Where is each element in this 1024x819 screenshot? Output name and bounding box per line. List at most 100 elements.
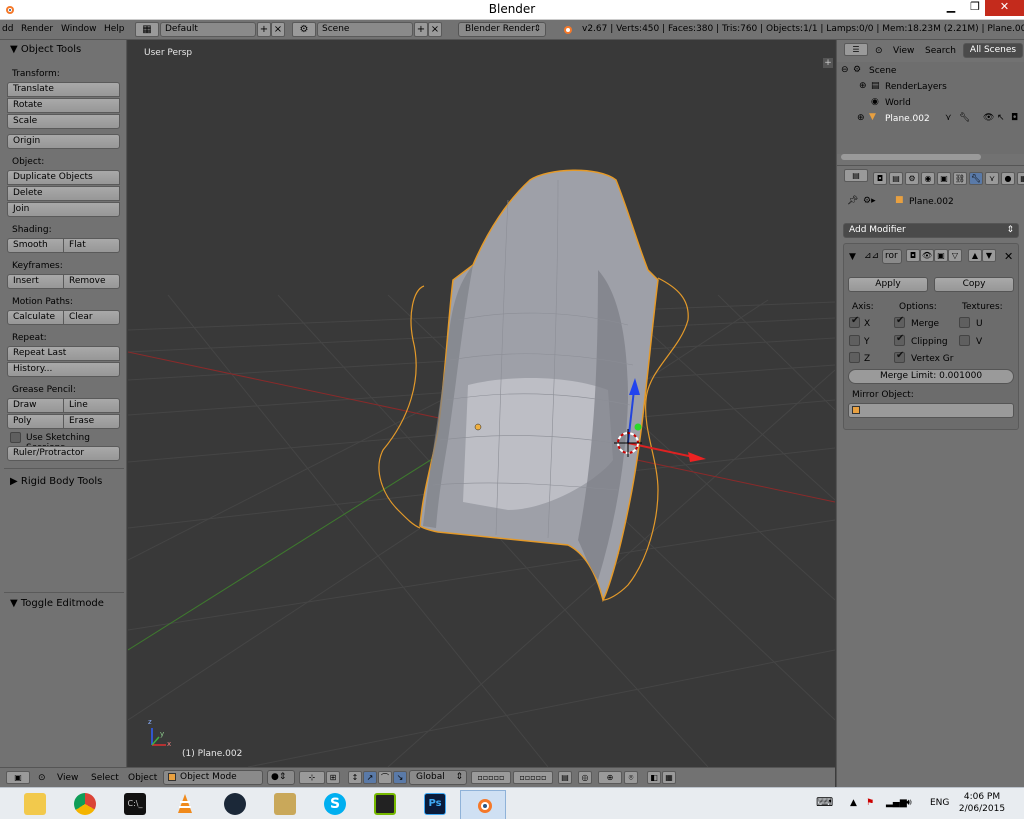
axis-x-checkbox[interactable]	[849, 315, 860, 328]
merge-limit-field[interactable]: Merge Limit: 0.001000	[848, 369, 1014, 384]
keyboard-icon[interactable]: ⌨	[816, 795, 833, 809]
viewport-shading-select[interactable]: ●⇕	[267, 770, 295, 785]
minimize-button[interactable]: ▁	[938, 0, 964, 16]
view-menu[interactable]: View	[57, 773, 78, 783]
editor-type-icon[interactable]: ▣	[6, 771, 30, 784]
taskbar-skype[interactable]: S	[312, 790, 358, 819]
expand-icon[interactable]: ⊖	[841, 65, 849, 75]
mode-select[interactable]: Object Mode	[163, 770, 263, 785]
layers-group-1[interactable]: ▫▫▫▫▫	[471, 771, 511, 784]
object-tools-header[interactable]: ▼ Object Tools	[10, 44, 81, 55]
visibility-eye-icon[interactable]: 👁︎	[983, 113, 994, 123]
volume-icon[interactable]: 🔊︎	[906, 798, 912, 808]
scene-tab-icon[interactable]: ⚙	[905, 172, 919, 185]
copy-button[interactable]: Copy	[934, 277, 1014, 292]
collapse-modifier-icon[interactable]: ▼	[849, 252, 856, 262]
join-button[interactable]: Join	[7, 202, 120, 217]
texture-v-checkbox[interactable]	[959, 335, 970, 346]
display-mode-select[interactable]: All Scenes	[963, 43, 1023, 58]
remove-modifier-icon[interactable]: ✕	[1004, 250, 1013, 263]
screen-layout-field[interactable]: Default	[160, 22, 256, 37]
erase-button[interactable]: Erase	[63, 414, 120, 429]
menu-file[interactable]: dd	[2, 24, 13, 34]
expand-icon[interactable]: ⊕	[857, 113, 865, 123]
scale-button[interactable]: Scale	[7, 114, 120, 129]
render-layers-tab-icon[interactable]: ▤	[889, 172, 903, 185]
taskbar-steam[interactable]	[212, 790, 258, 819]
transform-orientation-icon[interactable]: ↘	[393, 771, 407, 784]
flat-button[interactable]: Flat	[63, 238, 120, 253]
rotate-button[interactable]: Rotate	[7, 98, 120, 113]
tray-expand-icon[interactable]: ▲	[850, 798, 857, 808]
insert-keyframe-button[interactable]: Insert	[7, 274, 64, 289]
axis-y-checkbox[interactable]	[849, 335, 860, 346]
taskbar-vlc[interactable]	[162, 790, 208, 819]
manipulator-y-handle[interactable]	[634, 423, 642, 431]
show-editmode-icon[interactable]: ▣	[934, 249, 948, 262]
expand-icon[interactable]: ⊕	[859, 81, 867, 91]
layers-group-2[interactable]: ▫▫▫▫▫	[513, 771, 553, 784]
ruler-protractor-button[interactable]: Ruler/Protractor	[7, 446, 120, 461]
translate-button[interactable]: Translate	[7, 82, 120, 97]
outliner-search-menu[interactable]: Search	[925, 46, 956, 56]
collapse-menu-icon[interactable]: ⊙	[38, 773, 46, 783]
world-tab-icon[interactable]: ◉	[921, 172, 935, 185]
smooth-button[interactable]: Smooth	[7, 238, 64, 253]
collapse-menu-icon[interactable]: ⊙	[875, 46, 883, 56]
modifier-name-field[interactable]: ror	[882, 249, 902, 264]
draw-button[interactable]: Draw	[7, 398, 64, 413]
outliner-view-menu[interactable]: View	[893, 46, 914, 56]
outliner-editor-icon[interactable]: ☰	[844, 43, 868, 56]
object-menu[interactable]: Object	[128, 773, 157, 783]
language-indicator[interactable]: ENG	[930, 798, 949, 808]
rotate-manipulator-icon[interactable]: ↗	[363, 771, 377, 784]
outliner-scene[interactable]: Scene	[869, 66, 896, 76]
toggle-editmode-header[interactable]: ▼ Toggle Editmode	[10, 598, 104, 609]
render-animation-icon[interactable]: ▦	[662, 771, 676, 784]
network-icon[interactable]: ▂▄▆	[886, 798, 907, 808]
duplicate-objects-button[interactable]: Duplicate Objects	[7, 170, 120, 185]
rigid-body-tools-header[interactable]: ▶ Rigid Body Tools	[10, 476, 102, 487]
pin-icon[interactable]: 📌︎	[847, 196, 858, 206]
scene-field[interactable]: Scene	[317, 22, 413, 37]
remove-layout-icon[interactable]: ×	[271, 22, 285, 37]
select-menu[interactable]: Select	[91, 773, 119, 783]
orientation-select[interactable]: Global ⇕	[409, 770, 467, 785]
object-tab-icon[interactable]: ▣	[937, 172, 951, 185]
data-tab-icon[interactable]: ⋎	[985, 172, 999, 185]
show-on-cage-icon[interactable]: ▽	[948, 249, 962, 262]
manipulator-x-arrow[interactable]	[688, 452, 706, 462]
delete-button[interactable]: Delete	[7, 186, 120, 201]
line-button[interactable]: Line	[63, 398, 120, 413]
remove-scene-icon[interactable]: ×	[428, 22, 442, 37]
show-render-icon[interactable]: ◘	[906, 249, 920, 262]
manipulator-toggle-icon[interactable]: ⊞	[326, 771, 340, 784]
selectability-cursor-icon[interactable]: ↖	[997, 113, 1005, 123]
3d-viewport[interactable]: User Persp (1) Plane.002 z y x +	[128, 40, 835, 767]
scene-icon[interactable]: ⚙	[292, 22, 316, 37]
axis-z-checkbox[interactable]	[849, 352, 860, 363]
taskbar-blender[interactable]	[460, 790, 506, 819]
modifiers-tab-icon[interactable]: 🔧︎	[969, 172, 983, 185]
show-viewport-icon[interactable]: 👁︎	[920, 249, 934, 262]
apply-button[interactable]: Apply	[848, 277, 928, 292]
origin-button[interactable]: Origin	[7, 134, 120, 149]
outliner-plane[interactable]: Plane.002	[885, 114, 930, 124]
merge-checkbox[interactable]	[894, 315, 905, 328]
menu-window[interactable]: Window	[61, 24, 97, 34]
render-tab-icon[interactable]: ◘	[873, 172, 887, 185]
translate-manipulator-icon[interactable]: ↕	[348, 771, 362, 784]
outliner-scrollbar[interactable]	[841, 154, 981, 160]
move-down-icon[interactable]: ▼	[982, 249, 996, 262]
properties-editor-icon[interactable]: ▤	[844, 169, 868, 182]
texture-u-checkbox[interactable]	[959, 317, 970, 328]
texture-tab-icon[interactable]: ▦	[1017, 172, 1024, 185]
calculate-button[interactable]: Calculate	[7, 310, 64, 325]
lock-layers-icon[interactable]: ▤	[558, 771, 572, 784]
renderability-camera-icon[interactable]: ◘	[1011, 113, 1018, 123]
clipping-checkbox[interactable]	[894, 333, 905, 346]
use-sketching-checkbox[interactable]	[10, 432, 21, 443]
proportional-edit-icon[interactable]: ◎	[578, 771, 592, 784]
remove-keyframe-button[interactable]: Remove	[63, 274, 120, 289]
render-preview-icon[interactable]: ◧	[647, 771, 661, 784]
